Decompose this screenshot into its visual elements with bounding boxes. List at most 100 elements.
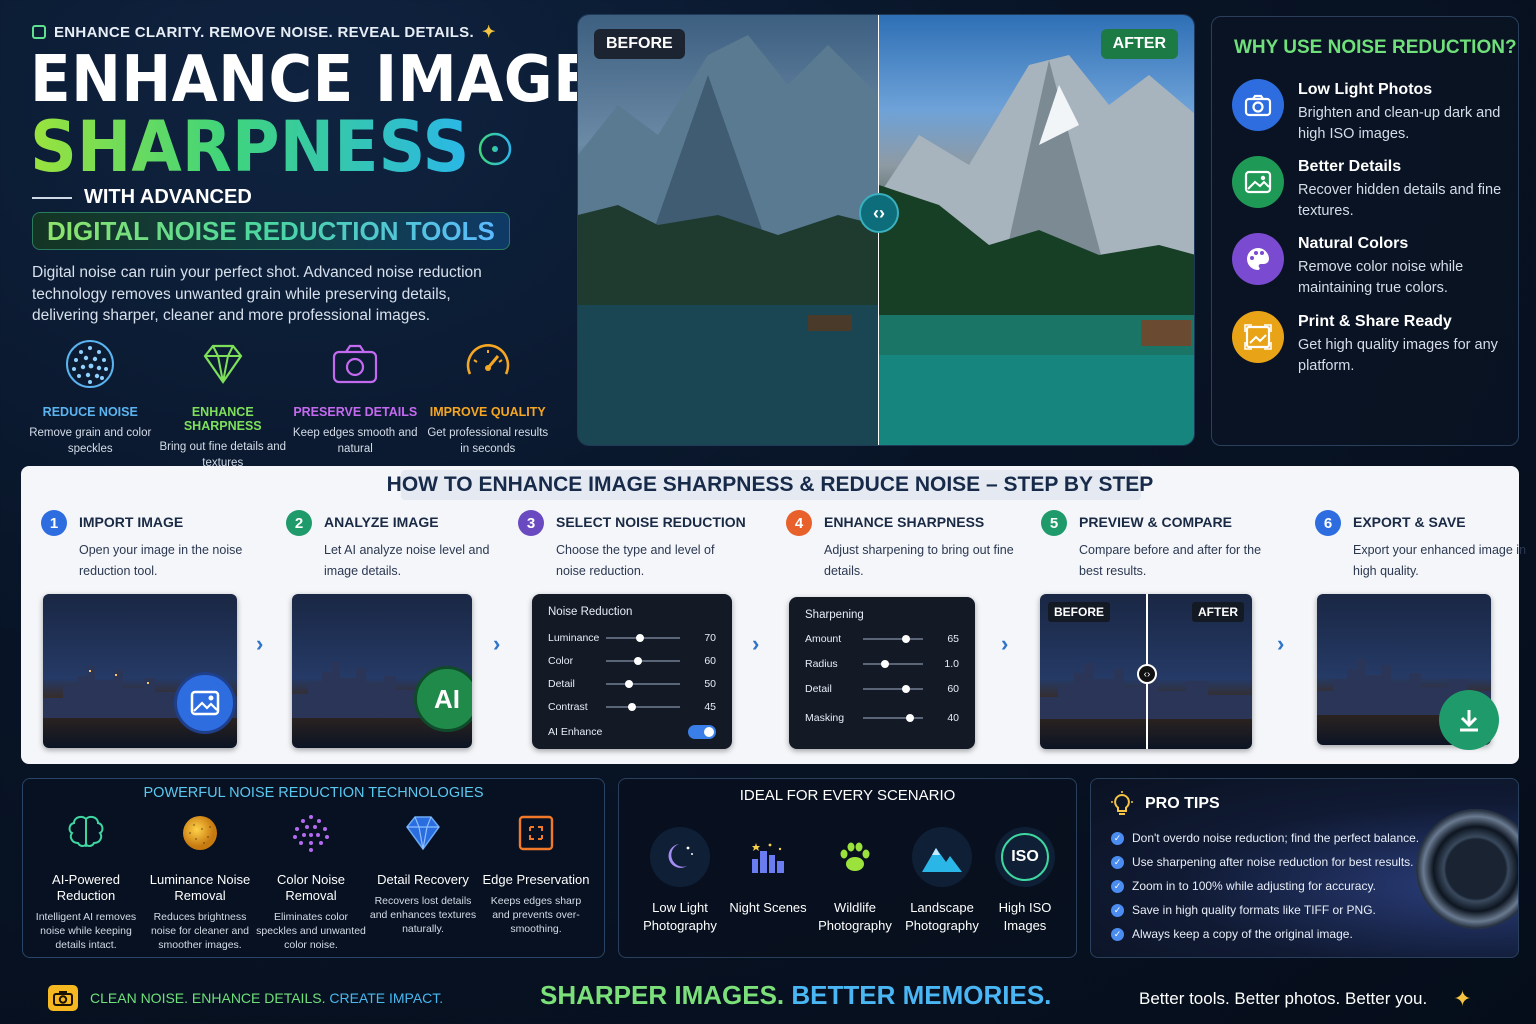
why-item-better-details: Better Details Recover hidden details an… (1232, 156, 1512, 222)
slider-amount[interactable]: Amount 65 (805, 633, 959, 645)
why-panel: WHY USE NOISE REDUCTION? Low Light Photo… (1211, 16, 1519, 446)
tools-pill-text: DIGITAL NOISE REDUCTION TOOLS (47, 215, 495, 246)
feature-preserve-details: PRESERVE DETAILS Keep edges smooth and n… (289, 338, 422, 471)
preview-before-label: BEFORE (1048, 602, 1111, 622)
feature-title: PRESERVE DETAILS (293, 405, 418, 419)
gauge-icon (466, 343, 509, 375)
subtitle-text: WITH ADVANCED (84, 186, 252, 208)
slider-track[interactable] (606, 680, 680, 688)
mountain-scene-before (578, 35, 878, 445)
feature-reduce-noise: REDUCE NOISE Remove grain and color spec… (24, 338, 157, 471)
step-title: PREVIEW & COMPARE (1079, 514, 1232, 530)
preview-after-label: AFTER (1192, 602, 1244, 622)
tech-luminance: Luminance Noise Removal Reduces brightne… (145, 813, 255, 952)
ai-enhance-toggle[interactable] (688, 725, 716, 739)
slider-knob[interactable] (906, 714, 915, 722)
slider-knob[interactable] (634, 657, 643, 665)
slider-detail[interactable]: Detail 60 (805, 683, 959, 695)
scenario-night-scenes: Night Scenes (723, 827, 813, 917)
tech-item-title: AI-Powered Reduction (52, 872, 120, 903)
step-desc: Open your image in the noise reduction t… (79, 543, 243, 578)
slider-track[interactable] (606, 634, 680, 642)
why-item-title: Natural Colors (1298, 235, 1409, 252)
step-number: 5 (1041, 510, 1067, 536)
slider-radius[interactable]: Radius 1.0 (805, 658, 959, 670)
scenario-low-light: Low Light Photography (635, 827, 725, 935)
brain-icon (68, 815, 104, 847)
technologies-panel: POWERFUL NOISE REDUCTION TECHNOLOGIES AI… (22, 778, 605, 958)
tech-item-title: Luminance Noise Removal (149, 872, 251, 903)
step-number: 4 (786, 510, 812, 536)
tech-edge-preservation: Edge Preservation Keeps edges sharp and … (481, 813, 591, 936)
tech-color-noise: Color Noise Removal Eliminates color spe… (256, 813, 366, 952)
tip-text: Always keep a copy of the original image… (1132, 927, 1353, 941)
check-icon: ✓ (1111, 903, 1124, 917)
slider-label: Detail (548, 678, 575, 690)
tip-item: ✓ Zoom in to 100% while adjusting for acc… (1111, 879, 1376, 893)
feature-title: ENHANCE SHARPNESS (183, 405, 262, 433)
tech-item-title: Edge Preservation (482, 872, 590, 887)
import-image-icon[interactable] (174, 672, 236, 734)
tip-text: Save in high quality formats like TIFF o… (1132, 903, 1376, 917)
feature-enhance-sharpness: ENHANCE SHARPNESS Bring out fine details… (157, 338, 290, 471)
scenario-label: Wildlife Photography (818, 900, 892, 933)
step-number: 2 (286, 510, 312, 536)
footer-left: CLEAN NOISE. ENHANCE DETAILS. CREATE IMP… (48, 985, 443, 1011)
scenario-label: Night Scenes (729, 900, 807, 915)
before-image: BEFORE (578, 15, 878, 445)
slider-track[interactable] (863, 685, 923, 693)
paw-icon (825, 827, 885, 887)
sparkle-icon: ✦ (1453, 986, 1472, 1011)
tech-item-desc: Keeps edges sharp and prevents over-smoo… (490, 895, 582, 935)
ai-badge: AI (414, 666, 472, 732)
camera-lens-icon (1416, 809, 1518, 929)
slider-value: 50 (704, 678, 716, 690)
tech-item-desc: Recovers lost details and enhances textu… (369, 895, 477, 935)
comparison-drag-handle[interactable]: ‹› (859, 193, 899, 233)
slider-label: Masking (805, 712, 845, 724)
feature-desc: Remove grain and color speckles (29, 427, 152, 455)
step-desc: Compare before and after for the best re… (1079, 543, 1262, 578)
slider-track[interactable] (863, 714, 923, 722)
subtitle: WITH ADVANCED (32, 186, 252, 209)
slider-track[interactable] (863, 635, 923, 643)
footer-mid-text-b: BETTER MEMORIES. (791, 980, 1052, 1010)
slider-track[interactable] (606, 657, 680, 665)
slider-detail[interactable]: Detail 50 (548, 678, 716, 690)
expand-image-icon (1232, 311, 1284, 363)
step-arrow-icon: › (1001, 631, 1009, 656)
slider-label: Color (548, 655, 574, 667)
tech-item-desc: Reduces brightness noise for cleaner and… (150, 911, 250, 951)
why-item-title: Better Details (1298, 158, 1402, 175)
footer-mid-text-a: SHARPER IMAGES. (540, 980, 785, 1010)
slider-knob[interactable] (635, 634, 644, 642)
steps-title: HOW TO ENHANCE IMAGE SHARPNESS & REDUCE … (386, 473, 1154, 496)
tip-text: Don't overdo noise reduction; find the p… (1132, 831, 1420, 845)
slider-knob[interactable] (881, 660, 889, 668)
slider-contrast[interactable]: Contrast 45 (548, 701, 716, 713)
slider-knob[interactable] (628, 703, 637, 711)
preview-drag-handle[interactable]: ‹› (1137, 664, 1157, 684)
slider-track[interactable] (863, 660, 923, 668)
download-button[interactable] (1439, 690, 1499, 750)
slider-color[interactable]: Color 60 (548, 655, 716, 667)
tip-item: ✓ Save in high quality formats like TIFF … (1111, 903, 1376, 917)
step-arrow-icon: › (1277, 631, 1285, 656)
step-desc: Adjust sharpening to bring out fine deta… (824, 543, 1014, 578)
slider-masking[interactable]: Masking 40 (805, 712, 959, 724)
mountain-icon (912, 827, 972, 887)
tagline: ENHANCE CLARITY. REMOVE NOISE. REVEAL DE… (32, 22, 496, 42)
step-desc: Choose the type and level of noise reduc… (556, 543, 715, 578)
step-number: 3 (518, 510, 544, 536)
noise-dots-icon (66, 340, 115, 388)
camera-icon (1232, 79, 1284, 131)
noise-reduction-panel: Noise Reduction Luminance 70 Color 60 Deta… (532, 594, 732, 749)
slider-label: Amount (805, 633, 842, 645)
slider-knob[interactable] (624, 680, 633, 688)
slider-knob[interactable] (902, 635, 910, 643)
slider-track[interactable] (606, 703, 680, 711)
before-after-comparison[interactable]: BEFORE AFTER ‹› (577, 14, 1195, 446)
footer-right: Better tools. Better photos. Better you.… (1139, 986, 1472, 1012)
slider-knob[interactable] (902, 685, 910, 693)
slider-luminance[interactable]: Luminance 70 (548, 632, 716, 644)
